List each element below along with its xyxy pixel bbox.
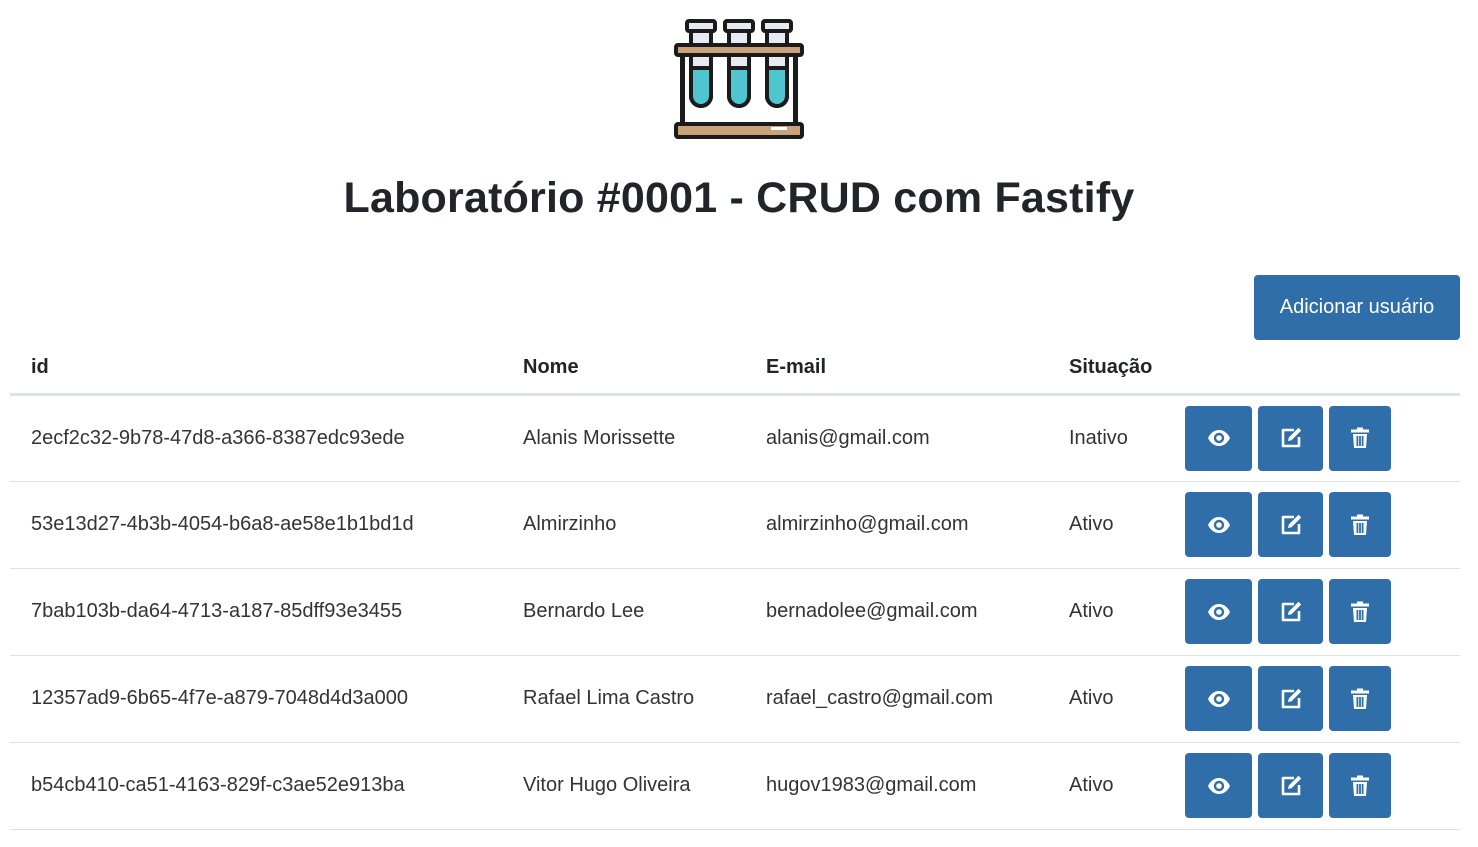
table-row: b54cb410-ca51-4163-829f-c3ae52e913ba Vit… bbox=[10, 742, 1460, 830]
cell-email: hugov1983@gmail.com bbox=[745, 742, 1048, 830]
cell-status: Ativo bbox=[1048, 742, 1185, 830]
cell-name: Rafael Lima Castro bbox=[502, 655, 745, 743]
cell-status: Ativo bbox=[1048, 568, 1185, 656]
header-email: E-mail bbox=[745, 343, 1048, 396]
table-row: 2ecf2c32-9b78-47d8-a366-8387edc93ede Ala… bbox=[10, 394, 1460, 482]
cell-id: 53e13d27-4b3b-4054-b6a8-ae58e1b1bd1d bbox=[10, 481, 502, 569]
cell-email: bernadolee@gmail.com bbox=[745, 568, 1048, 656]
edit-icon bbox=[1281, 688, 1301, 708]
trash-icon bbox=[1351, 775, 1369, 796]
cell-status: Ativo bbox=[1048, 655, 1185, 743]
cell-name: Almirzinho bbox=[502, 481, 745, 569]
table-row: 7bab103b-da64-4713-a187-85dff93e3455 Ber… bbox=[10, 568, 1460, 656]
header-status: Situação bbox=[1048, 343, 1185, 396]
cell-status: Inativo bbox=[1048, 394, 1185, 482]
header-id: id bbox=[10, 343, 502, 396]
cell-email: rafael_castro@gmail.com bbox=[745, 655, 1048, 743]
delete-button[interactable] bbox=[1329, 666, 1391, 731]
view-button[interactable] bbox=[1185, 492, 1252, 557]
edit-button[interactable] bbox=[1258, 579, 1323, 644]
view-button[interactable] bbox=[1185, 753, 1252, 818]
trash-icon bbox=[1351, 514, 1369, 535]
eye-icon bbox=[1207, 777, 1230, 794]
cell-name: Alanis Morissette bbox=[502, 394, 745, 482]
eye-icon bbox=[1207, 516, 1230, 533]
table-header-row: id Nome E-mail Situação bbox=[10, 343, 1460, 396]
header-actions bbox=[1185, 343, 1460, 396]
eye-icon bbox=[1207, 603, 1230, 620]
eye-icon bbox=[1207, 690, 1230, 707]
view-button[interactable] bbox=[1185, 405, 1252, 471]
table-row: 53e13d27-4b3b-4054-b6a8-ae58e1b1bd1d Alm… bbox=[10, 481, 1460, 569]
delete-button[interactable] bbox=[1329, 405, 1391, 471]
logo bbox=[0, 16, 1478, 144]
eye-icon bbox=[1207, 430, 1230, 446]
view-button[interactable] bbox=[1185, 579, 1252, 644]
cell-email: almirzinho@gmail.com bbox=[745, 481, 1048, 569]
view-button[interactable] bbox=[1185, 666, 1252, 731]
edit-button[interactable] bbox=[1258, 753, 1323, 818]
edit-button[interactable] bbox=[1258, 666, 1323, 731]
trash-icon bbox=[1351, 688, 1369, 709]
cell-actions bbox=[1185, 568, 1460, 656]
cell-id: b54cb410-ca51-4163-829f-c3ae52e913ba bbox=[10, 742, 502, 830]
cell-actions bbox=[1185, 655, 1460, 743]
cell-id: 2ecf2c32-9b78-47d8-a366-8387edc93ede bbox=[10, 394, 502, 482]
header-name: Nome bbox=[502, 343, 745, 396]
edit-icon bbox=[1281, 427, 1301, 448]
cell-id: 12357ad9-6b65-4f7e-a879-7048d4d3a000 bbox=[10, 655, 502, 743]
users-table: id Nome E-mail Situação 2ecf2c32-9b78-47… bbox=[10, 343, 1460, 830]
cell-actions bbox=[1185, 481, 1460, 569]
cell-status: Ativo bbox=[1048, 481, 1185, 569]
cell-actions bbox=[1185, 394, 1460, 482]
delete-button[interactable] bbox=[1329, 492, 1391, 557]
trash-icon bbox=[1351, 601, 1369, 622]
table-row: 12357ad9-6b65-4f7e-a879-7048d4d3a000 Raf… bbox=[10, 655, 1460, 743]
cell-name: Vitor Hugo Oliveira bbox=[502, 742, 745, 830]
delete-button[interactable] bbox=[1329, 753, 1391, 818]
edit-button[interactable] bbox=[1258, 405, 1323, 471]
cell-actions bbox=[1185, 742, 1460, 830]
page-title: Laboratório #0001 - CRUD com Fastify bbox=[343, 174, 1135, 222]
delete-button[interactable] bbox=[1329, 579, 1391, 644]
cell-name: Bernardo Lee bbox=[502, 568, 745, 656]
add-user-button[interactable]: Adicionar usuário bbox=[1254, 275, 1460, 340]
edit-icon bbox=[1281, 775, 1301, 795]
edit-icon bbox=[1281, 601, 1301, 621]
edit-icon bbox=[1281, 514, 1301, 534]
edit-button[interactable] bbox=[1258, 492, 1323, 557]
trash-icon bbox=[1351, 427, 1369, 448]
test-tubes-icon bbox=[674, 19, 804, 139]
cell-email: alanis@gmail.com bbox=[745, 394, 1048, 482]
cell-id: 7bab103b-da64-4713-a187-85dff93e3455 bbox=[10, 568, 502, 656]
